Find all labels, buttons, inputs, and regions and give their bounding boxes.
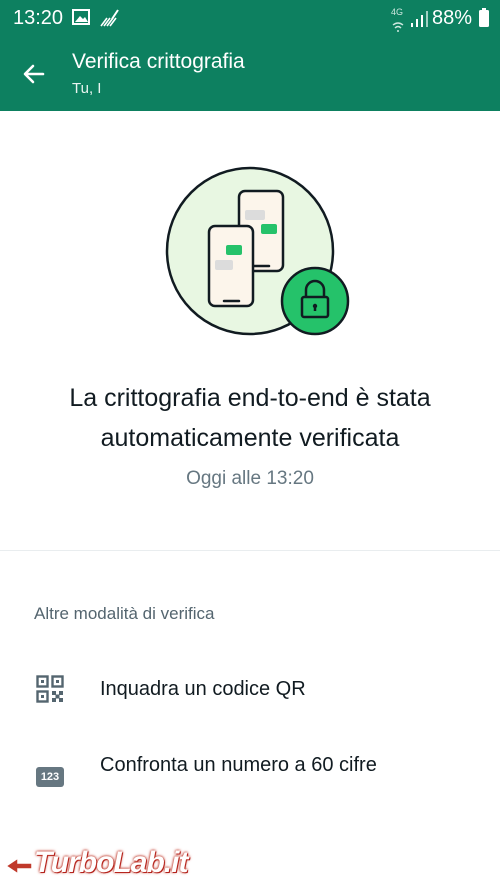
battery-level: 88% xyxy=(431,7,472,29)
numeric-123-icon: 123 xyxy=(36,767,64,787)
watermark-logo xyxy=(4,854,34,883)
encryption-illustration xyxy=(165,166,357,358)
numeric-icon-text: 123 xyxy=(40,771,60,783)
wifi-signal-icon xyxy=(392,19,404,37)
watermark: TurboLab.it xyxy=(0,840,500,888)
scan-qr-option[interactable]: Inquadra un codice QR xyxy=(0,666,500,718)
divider xyxy=(0,550,500,551)
verification-headline: La crittografia end-to-end è stata autom… xyxy=(69,384,431,452)
back-button[interactable] xyxy=(16,56,52,92)
cell-signal-icon xyxy=(410,10,430,33)
scan-qr-label: Inquadra un codice QR xyxy=(100,678,306,700)
qr-code-icon xyxy=(36,675,64,708)
contact-subtitle: Tu, I xyxy=(72,80,102,97)
arrow-back-icon xyxy=(23,64,45,84)
gallery-icon xyxy=(72,8,90,31)
broom-icon xyxy=(98,8,120,33)
battery-icon xyxy=(478,8,490,33)
verification-timestamp: Oggi alle 13:20 xyxy=(186,468,314,489)
watermark-text: TurboLab.it xyxy=(34,846,188,879)
status-bar: 13:20 4G 88% xyxy=(0,0,500,36)
network-type: 4G xyxy=(391,7,404,17)
compare-number-label: Confronta un numero a 60 cifre xyxy=(100,754,377,776)
status-time: 13:20 xyxy=(13,7,64,29)
app-bar: Verifica crittografia Tu, I xyxy=(0,36,500,111)
page-title: Verifica crittografia xyxy=(72,50,245,73)
compare-number-option[interactable]: 123 Confronta un numero a 60 cifre xyxy=(0,748,500,812)
lock-icon xyxy=(280,266,350,336)
section-label-other-methods: Altre modalità di verifica xyxy=(34,604,215,623)
